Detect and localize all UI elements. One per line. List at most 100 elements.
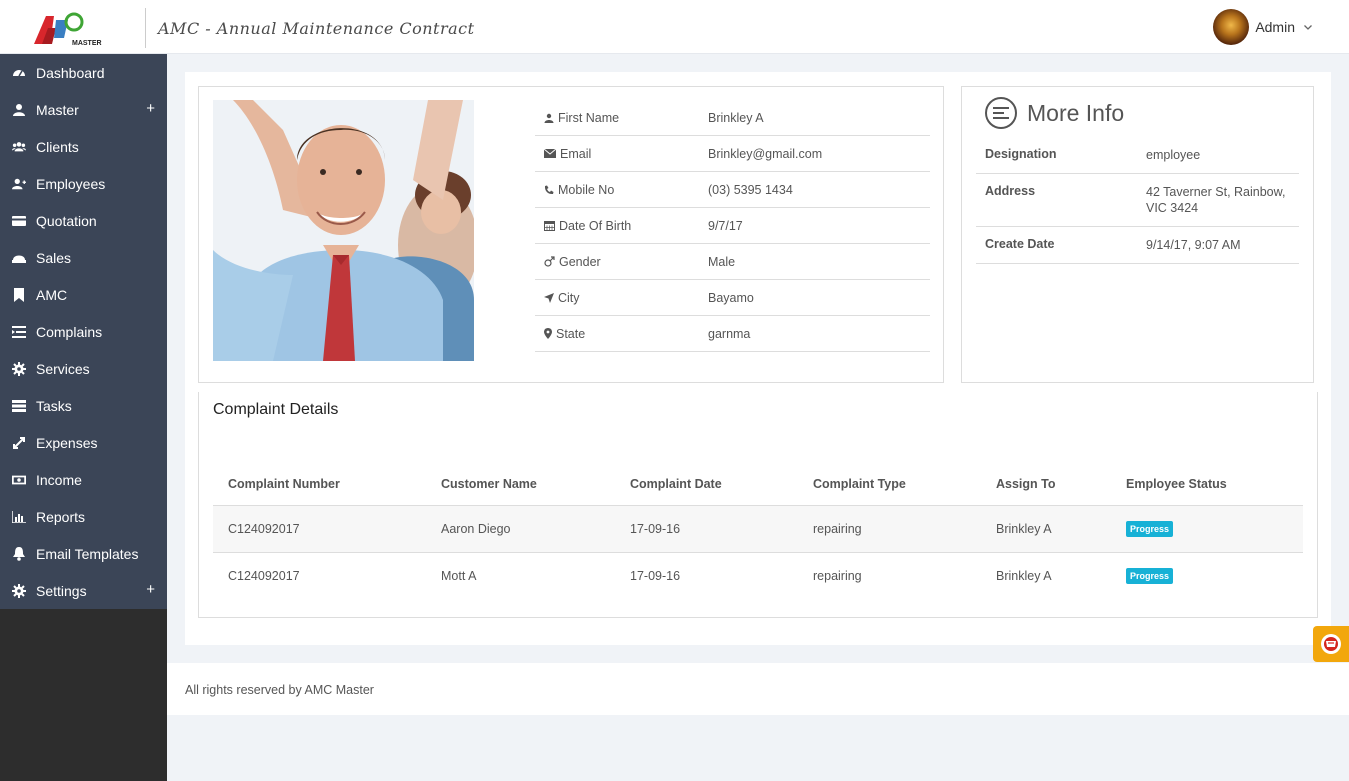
expand-plus-icon[interactable]: + — [146, 581, 155, 598]
sidebar-item-label: Income — [36, 471, 82, 488]
sidebar-item-label: Employees — [36, 175, 106, 192]
sidebar-item-label: Services — [36, 360, 90, 377]
user-plus-icon — [12, 177, 26, 191]
calendar-icon — [544, 221, 555, 231]
money-icon — [12, 473, 26, 487]
complaint-details-card: Complaint Details Complaint Number Custo… — [198, 392, 1318, 618]
sidebar-item-complains[interactable]: Complains — [0, 313, 167, 350]
sidebar-item-employees[interactable]: Employees — [0, 165, 167, 202]
info-value: (03) 5395 1434 — [708, 182, 793, 197]
expand-icon — [12, 436, 26, 450]
complaint-table: Complaint Number Customer Name Complaint… — [213, 464, 1303, 599]
sidebar-item-dashboard[interactable]: Dashboard — [0, 54, 167, 91]
info-row-gender: Gender Male — [535, 244, 930, 280]
user-icon — [544, 113, 554, 123]
column-header[interactable]: Customer Name — [426, 464, 615, 506]
more-info-label: Designation — [985, 147, 1057, 161]
bar-chart-icon — [12, 510, 26, 524]
employee-status-cell: Progress — [1111, 552, 1303, 599]
app-title: AMC - Annual Maintenance Contract — [158, 19, 475, 38]
employee-status-cell: Progress — [1111, 505, 1303, 553]
more-info-row-address: Address 42 Taverner St, Rainbow, VIC 342… — [976, 174, 1299, 227]
complaint-number: C124092017 — [213, 505, 426, 553]
column-header[interactable]: Complaint Date — [615, 464, 798, 506]
sidebar-item-quotation[interactable]: Quotation — [0, 202, 167, 239]
lifebuoy-icon — [1321, 634, 1341, 654]
sidebar-item-clients[interactable]: Clients — [0, 128, 167, 165]
complaint-number: C124092017 — [228, 568, 300, 583]
customer-name: Mott A — [441, 568, 477, 583]
complaint-date: 17-09-16 — [615, 505, 798, 553]
complaint-details-title: Complaint Details — [213, 401, 339, 418]
customer-name: Aaron Diego — [426, 505, 615, 553]
cog-icon — [12, 361, 26, 376]
sidebar-item-services[interactable]: Services — [0, 350, 167, 387]
footer: All rights reserved by AMC Master — [167, 663, 1349, 715]
status-badge: Progress — [1126, 520, 1174, 537]
sidebar-item-master[interactable]: Master + — [0, 91, 167, 128]
column-header[interactable]: Complaint Number — [213, 464, 426, 506]
info-row-city: City Bayamo — [535, 280, 930, 316]
tasks-icon — [12, 399, 26, 413]
info-label-text: Date Of Birth — [559, 218, 632, 233]
user-menu[interactable]: Admin — [1213, 9, 1313, 45]
sidebar-item-tasks[interactable]: Tasks — [0, 387, 167, 424]
sidebar-item-settings[interactable]: Settings + — [0, 572, 167, 609]
sidebar-item-amc[interactable]: AMC — [0, 276, 167, 313]
sidebar-item-income[interactable]: Income — [0, 461, 167, 498]
employee-photo — [213, 100, 474, 361]
sidebar-item-label: Master — [36, 101, 79, 118]
more-info-title: More Info — [1027, 99, 1125, 126]
sidebar-item-label: Tasks — [36, 397, 72, 414]
sidebar-item-label: Sales — [36, 249, 72, 266]
info-label: Date Of Birth — [535, 219, 708, 233]
info-label: City — [535, 291, 708, 305]
info-value: garnma — [708, 326, 751, 341]
info-value: Brinkley A — [708, 110, 764, 125]
align-left-icon — [985, 97, 1017, 129]
more-info-row-designation: Designation employee — [976, 137, 1299, 174]
profile-card: First Name Brinkley A Email Brinkley@gma… — [198, 86, 944, 383]
info-label-text: City — [558, 290, 580, 305]
more-info-header: More Info — [985, 97, 1124, 129]
table-row[interactable]: C124092017 Mott A 17-09-16 repairing Bri… — [213, 552, 1303, 599]
expand-plus-icon[interactable]: + — [146, 100, 155, 117]
sidebar-item-expenses[interactable]: Expenses — [0, 424, 167, 461]
info-label-text: First Name — [558, 110, 620, 125]
info-row-dob: Date Of Birth 9/7/17 — [535, 208, 930, 244]
header-divider — [145, 8, 146, 48]
user-name[interactable]: Admin — [1255, 19, 1295, 35]
column-header[interactable]: Assign To — [981, 464, 1111, 506]
sales-icon — [12, 251, 26, 265]
info-value: Male — [708, 254, 736, 269]
employee-info-table: First Name Brinkley A Email Brinkley@gma… — [535, 100, 930, 352]
info-label: State — [535, 327, 708, 341]
user-icon — [12, 103, 26, 117]
table-header-row: Complaint Number Customer Name Complaint… — [213, 464, 1303, 506]
gear-icon — [12, 583, 26, 598]
top-header: MASTER AMC - Annual Maintenance Contract… — [0, 0, 1349, 54]
sidebar-item-reports[interactable]: Reports — [0, 498, 167, 535]
sidebar-item-label: Clients — [36, 138, 79, 155]
info-row-first-name: First Name Brinkley A — [535, 100, 930, 136]
bell-icon — [12, 546, 26, 561]
info-value: Bayamo — [708, 290, 754, 305]
table-row[interactable]: C124092017 Aaron Diego 17-09-16 repairin… — [213, 505, 1303, 553]
info-row-mobile: Mobile No (03) 5395 1434 — [535, 172, 930, 208]
more-info-value: 42 Taverner St, Rainbow, VIC 3424 — [1146, 185, 1286, 215]
floating-help-button[interactable] — [1313, 626, 1349, 662]
column-header[interactable]: Employee Status — [1111, 464, 1303, 506]
sidebar-item-email-templates[interactable]: Email Templates — [0, 535, 167, 572]
sidebar-nav: Dashboard Master + Clients Employees Quo… — [0, 54, 167, 609]
info-label: Email — [535, 147, 708, 161]
sidebar-item-sales[interactable]: Sales — [0, 239, 167, 276]
more-info-value: 9/14/17, 9:07 AM — [1146, 238, 1241, 252]
chevron-down-icon[interactable] — [1303, 22, 1313, 32]
sidebar-item-label: Quotation — [36, 212, 97, 229]
app-logo[interactable]: MASTER — [28, 10, 108, 48]
avatar[interactable] — [1213, 9, 1250, 45]
credit-card-icon — [12, 214, 26, 228]
assigned-to: Brinkley A — [981, 505, 1111, 553]
column-header[interactable]: Complaint Type — [798, 464, 981, 506]
sidebar-item-label: Dashboard — [36, 64, 105, 81]
